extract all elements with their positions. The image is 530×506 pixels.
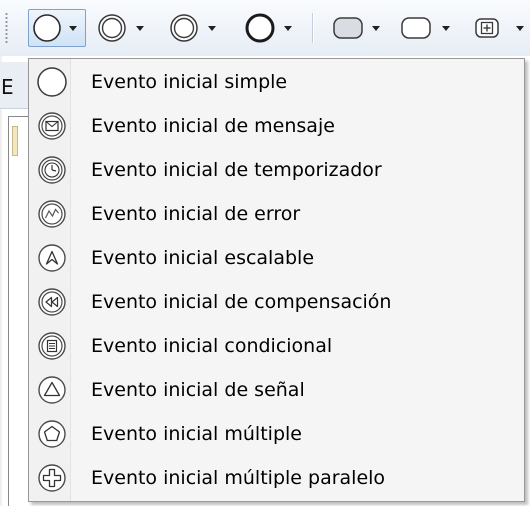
toolbar-grip[interactable] [5, 12, 8, 44]
escalation-icon [35, 241, 69, 275]
error-zigzag-icon [35, 197, 69, 231]
intermediate-event-dropdown-button-2[interactable] [162, 10, 224, 46]
menu-item-label: Evento inicial escalable [91, 247, 315, 269]
menu-item-label: Evento inicial simple [91, 71, 288, 93]
start-event-dropdown-button[interactable] [28, 9, 86, 47]
menu-item-signal[interactable]: Evento inicial de señal [31, 369, 522, 411]
start-event-menu: Evento inicial simple Evento inicial de … [28, 58, 525, 502]
menu-item-message[interactable]: Evento inicial de mensaje [31, 105, 522, 147]
task-dropdown-button[interactable] [322, 10, 388, 46]
subprocess-dropdown-button[interactable] [392, 10, 458, 46]
menu-item-label: Evento inicial condicional [91, 335, 333, 357]
pentagon-icon [35, 417, 69, 451]
menu-item-conditional[interactable]: Evento inicial condicional [31, 325, 522, 367]
envelope-icon [35, 109, 69, 143]
intermediate-event-dropdown-button[interactable] [92, 10, 154, 46]
signal-triangle-icon [35, 373, 69, 407]
end-event-dropdown-button[interactable] [236, 10, 298, 46]
background-selection-marker [12, 126, 18, 156]
rewind-icon [35, 285, 69, 319]
chevron-down-icon [69, 26, 77, 31]
menu-item-label: Evento inicial múltiple paralelo [91, 467, 386, 489]
menu-item-label: Evento inicial múltiple [91, 423, 302, 445]
menu-item-error[interactable]: Evento inicial de error [31, 193, 522, 235]
conditional-list-icon [35, 329, 69, 363]
menu-item-label: Evento inicial de compensación [91, 291, 392, 313]
menu-item-timer[interactable]: Evento inicial de temporizador [31, 149, 522, 191]
menu-item-parallel-multiple[interactable]: Evento inicial múltiple paralelo [31, 457, 522, 499]
menu-item-label: Evento inicial de temporizador [91, 159, 382, 181]
menu-item-escalation[interactable]: Evento inicial escalable [31, 237, 522, 279]
bpmn-toolbar [0, 0, 530, 56]
menu-item-compensation[interactable]: Evento inicial de compensación [31, 281, 522, 323]
start-event-simple-icon [35, 65, 69, 99]
toolbar-separator [312, 13, 313, 43]
window-edge [0, 56, 2, 506]
clock-icon [35, 153, 69, 187]
menu-item-label: Evento inicial de error [91, 203, 301, 225]
menu-item-multiple[interactable]: Evento inicial múltiple [31, 413, 522, 455]
menu-item-simple[interactable]: Evento inicial simple [31, 61, 522, 103]
background-tab-label: E [1, 75, 14, 99]
parallel-cross-icon [35, 461, 69, 495]
menu-item-label: Evento inicial de señal [91, 379, 305, 401]
menu-item-label: Evento inicial de mensaje [91, 115, 335, 137]
collapsed-subprocess-dropdown-button[interactable] [466, 10, 530, 46]
background-panel [8, 116, 28, 506]
